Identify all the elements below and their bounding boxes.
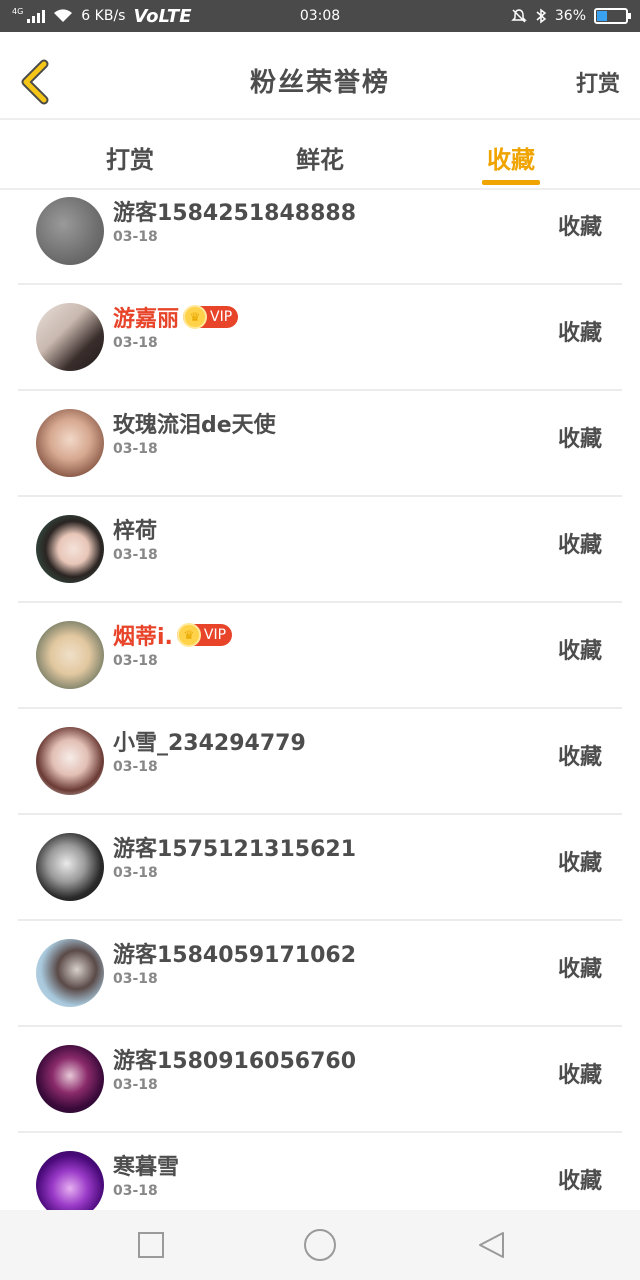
vip-label: VIP (210, 309, 233, 325)
bluetooth-icon (536, 8, 547, 24)
battery-icon (594, 8, 631, 24)
name-line: 寒暮雪 (113, 1149, 179, 1181)
date: 03-18 (113, 1183, 158, 1199)
list-item[interactable]: 游客1584059171062 03-18 收藏 (18, 921, 622, 1027)
list-item[interactable]: 游客1575121315621 03-18 收藏 (18, 815, 622, 921)
date: 03-18 (113, 335, 158, 351)
wifi-icon (53, 9, 73, 23)
crown-icon: ♛ (183, 305, 208, 329)
list-item[interactable]: 烟蒂i. ♛ VIP 03-18 收藏 (18, 603, 622, 709)
favorite-label: 收藏 (557, 533, 602, 558)
list-item[interactable]: 小雪_234294779 03-18 收藏 (18, 709, 622, 815)
list-item[interactable]: 游客1584251848888 03-18 收藏 (18, 190, 622, 285)
avatar (36, 515, 104, 583)
list-item[interactable]: 梓荷 03-18 收藏 (18, 497, 622, 603)
list-item[interactable]: 寒暮雪 03-18 收藏 (18, 1133, 622, 1210)
user-name: 游客1580916056760 (113, 1049, 356, 1074)
favorite-label: 收藏 (557, 1063, 602, 1088)
reward-button[interactable]: 打赏 (576, 66, 620, 98)
avatar (36, 303, 104, 371)
date: 03-18 (113, 1077, 158, 1093)
user-name: 游嘉丽 (113, 307, 180, 332)
date: 03-18 (113, 971, 158, 987)
battery-percent: 36% (554, 8, 586, 24)
date: 03-18 (113, 441, 158, 457)
date: 03-18 (113, 865, 158, 881)
favorite-label: 收藏 (557, 321, 602, 346)
active-tab-indicator (482, 180, 540, 185)
avatar (36, 1151, 104, 1210)
favorite-label: 收藏 (557, 1169, 602, 1194)
favorite-label: 收藏 (557, 957, 602, 982)
header: 粉丝荣誉榜 打赏 (0, 32, 640, 120)
user-name: 游客1584059171062 (113, 943, 356, 968)
name-line: 游客1580916056760 (113, 1043, 356, 1075)
favorite-label: 收藏 (557, 215, 602, 240)
system-nav-bar (0, 1210, 640, 1280)
avatar (36, 727, 104, 795)
favorite-label: 收藏 (557, 427, 602, 452)
user-name: 小雪_234294779 (113, 731, 306, 756)
user-name: 玫瑰流泪de天使 (113, 413, 276, 438)
name-line: 梓荷 (113, 513, 157, 545)
fan-list[interactable]: 游客1584251848888 03-18 收藏 游嘉丽 ♛ VIP 03-18 … (0, 190, 640, 1210)
back-icon[interactable] (476, 1230, 506, 1260)
vip-label: VIP (203, 627, 227, 643)
tab-favorites[interactable]: 收藏 (451, 140, 571, 175)
vip-badge: ♛ VIP (183, 305, 239, 329)
user-name: 游客1584251848888 (113, 201, 356, 226)
crown-icon: ♛ (176, 623, 201, 647)
avatar (36, 621, 104, 689)
name-line: 游客1575121315621 (113, 831, 356, 863)
user-name: 寒暮雪 (113, 1155, 180, 1180)
date: 03-18 (113, 547, 158, 563)
signal-icon (27, 9, 46, 23)
favorite-label: 收藏 (557, 745, 602, 770)
volte-label: VoLTE (133, 5, 192, 27)
network-type: 4G (12, 6, 24, 16)
date: 03-18 (113, 759, 158, 775)
avatar (36, 197, 104, 265)
name-line: 小雪_234294779 (113, 725, 306, 757)
tab-bar: 打赏 鲜花 收藏 (0, 120, 640, 190)
tab-reward[interactable]: 打赏 (70, 140, 190, 175)
status-right: 36% (511, 8, 631, 24)
user-name: 梓荷 (113, 519, 158, 544)
home-icon[interactable] (303, 1228, 337, 1262)
name-line: 游客1584251848888 (113, 195, 356, 227)
name-line: 游嘉丽 ♛ VIP (113, 301, 239, 333)
name-line: 玫瑰流泪de天使 (113, 407, 276, 439)
list-item[interactable]: 游客1580916056760 03-18 收藏 (18, 1027, 622, 1133)
battery-fill (597, 11, 608, 21)
avatar (36, 833, 104, 901)
recent-apps-icon[interactable] (136, 1230, 166, 1260)
bell-muted-icon (511, 9, 527, 23)
avatar (36, 1045, 104, 1113)
avatar (36, 939, 104, 1007)
status-bar: 4G 6 KB/s VoLTE 03:08 36% (0, 0, 640, 32)
user-name: 游客1575121315621 (113, 837, 356, 862)
favorite-label: 收藏 (557, 639, 602, 664)
status-left: 4G 6 KB/s VoLTE (12, 6, 192, 27)
page-title: 粉丝荣誉榜 (249, 68, 390, 98)
name-line: 游客1584059171062 (113, 937, 356, 969)
avatar (36, 409, 104, 477)
favorite-label: 收藏 (557, 851, 602, 876)
tab-flowers[interactable]: 鲜花 (260, 140, 380, 175)
name-line: 烟蒂i. ♛ VIP (113, 619, 233, 651)
user-name: 烟蒂i. (113, 625, 173, 650)
date: 03-18 (113, 653, 158, 669)
list-item[interactable]: 游嘉丽 ♛ VIP 03-18 收藏 (18, 285, 622, 391)
vip-badge: ♛ VIP (176, 623, 233, 647)
network-speed: 6 KB/s (81, 8, 126, 24)
list-item[interactable]: 玫瑰流泪de天使 03-18 收藏 (18, 391, 622, 497)
date: 03-18 (113, 229, 158, 245)
